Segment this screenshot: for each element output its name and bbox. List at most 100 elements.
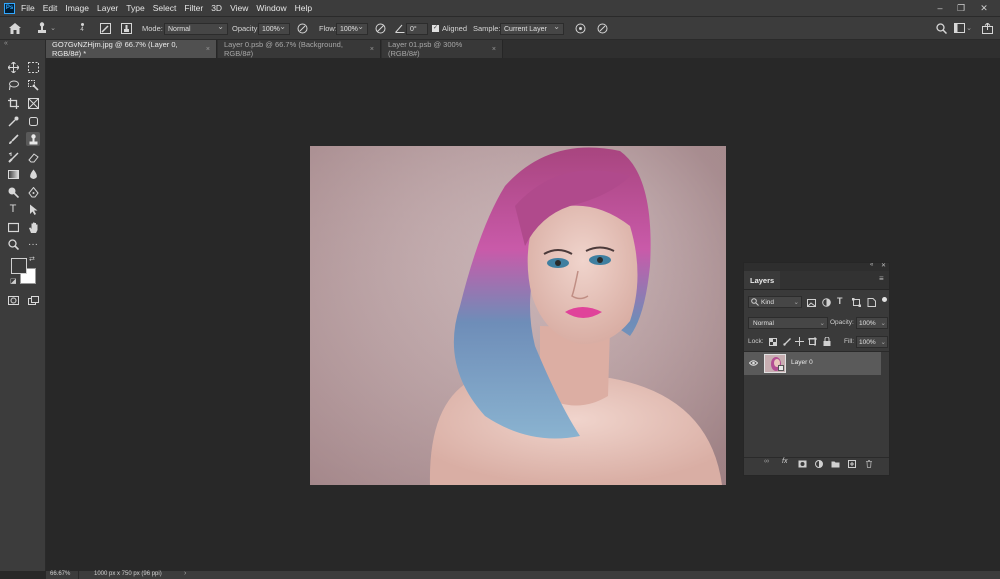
pressure-opacity-icon[interactable] (296, 21, 308, 35)
menu-layer[interactable]: Layer (97, 3, 118, 13)
brush-settings-icon[interactable] (99, 21, 111, 35)
menu-help[interactable]: Help (295, 3, 312, 13)
workspace-icon[interactable]: ⌄ (954, 21, 972, 35)
pixel-filter-icon[interactable] (806, 298, 816, 307)
sample-dropdown[interactable]: Current Layer (500, 22, 564, 35)
menu-view[interactable]: View (230, 3, 248, 13)
pressure-size-icon[interactable] (596, 21, 608, 35)
delete-layer-icon[interactable] (865, 460, 873, 468)
fill-label: Fill: (844, 338, 855, 345)
hand-tool-icon[interactable] (26, 220, 40, 234)
layer-opacity-input[interactable]: 100% ⌄ (856, 317, 888, 329)
3d-material-tool-icon[interactable] (26, 114, 40, 128)
fill-input[interactable]: 100% ⌄ (856, 336, 888, 348)
eraser-tool-icon[interactable] (26, 150, 40, 164)
new-adjustment-icon[interactable] (815, 460, 823, 468)
close-icon[interactable]: × (370, 46, 374, 53)
menu-3d[interactable]: 3D (211, 3, 222, 13)
history-brush-tool-icon[interactable] (6, 150, 20, 164)
new-layer-icon[interactable] (848, 460, 856, 468)
type-filter-icon[interactable]: T (837, 296, 843, 306)
lock-transparent-icon[interactable] (768, 337, 777, 346)
link-layers-icon[interactable]: ∞ (764, 458, 769, 465)
mode-dropdown[interactable]: Normal (164, 22, 228, 35)
marquee-tool-icon[interactable] (26, 60, 40, 74)
lock-all-icon[interactable] (822, 337, 831, 346)
clone-source-icon[interactable] (120, 21, 132, 35)
tab-document-1[interactable]: GO7GvNZHjm.jpg @ 66.7% (Layer 0, RGB/8#)… (46, 40, 217, 58)
blend-mode-dropdown[interactable]: Normal ⌄ (748, 317, 828, 329)
close-icon[interactable]: × (492, 46, 496, 53)
tab-document-2[interactable]: Layer 0.psb @ 66.7% (Background, RGB/8#)… (218, 40, 381, 58)
tab-document-3[interactable]: Layer 01.psb @ 300% (RGB/8#) × (382, 40, 503, 58)
foreground-color-swatch[interactable] (11, 258, 27, 274)
gradient-tool-icon[interactable] (6, 167, 20, 181)
screen-mode-icon[interactable] (26, 293, 40, 307)
shape-filter-icon[interactable] (851, 298, 861, 307)
pen-tool-icon[interactable] (26, 185, 40, 199)
crop-tool-icon[interactable] (6, 96, 20, 110)
menu-file[interactable]: File (21, 3, 35, 13)
panel-menu-icon[interactable]: ≡ (879, 274, 884, 283)
menu-window[interactable]: Window (256, 3, 286, 13)
lasso-tool-icon[interactable] (6, 78, 20, 92)
smart-object-filter-icon[interactable] (866, 298, 876, 307)
layer-row[interactable]: Layer 0 (744, 352, 881, 375)
close-panel-icon[interactable]: ✕ (881, 262, 886, 269)
filter-kind-dropdown[interactable]: Kind ⌄ (748, 296, 802, 308)
minimize-icon[interactable]: – (934, 2, 946, 14)
rectangle-tool-icon[interactable] (6, 220, 20, 234)
type-tool-icon[interactable]: T (6, 202, 20, 216)
move-tool-icon[interactable] (6, 60, 20, 74)
adjustment-filter-icon[interactable] (821, 298, 831, 307)
flow-input[interactable]: 100% (336, 22, 368, 35)
filter-toggle-icon[interactable] (882, 297, 887, 302)
home-icon[interactable] (8, 21, 22, 35)
new-group-icon[interactable] (831, 460, 840, 468)
menu-filter[interactable]: Filter (184, 3, 203, 13)
brush-tool-icon[interactable] (6, 132, 20, 146)
restore-icon[interactable]: ❐ (955, 2, 967, 14)
brush-size-picker[interactable]: 4 (70, 21, 94, 35)
default-colors-icon[interactable]: ◪ (10, 277, 17, 285)
search-icon[interactable] (934, 21, 948, 35)
menu-select[interactable]: Select (153, 3, 177, 13)
options-bar: ⌄ 4 Mode: Normal Opacity: 100% Flow: 100… (0, 16, 1000, 40)
menu-image[interactable]: Image (65, 3, 89, 13)
ignore-adjustment-icon[interactable] (574, 21, 586, 35)
aligned-checkbox[interactable]: ✓ Aligned (432, 21, 467, 35)
frame-tool-icon[interactable] (26, 96, 40, 110)
menu-edit[interactable]: Edit (43, 3, 58, 13)
add-mask-icon[interactable] (798, 460, 807, 468)
collapse-toolbar-icon[interactable]: « (4, 40, 8, 47)
more-tools-icon[interactable]: ··· (26, 237, 40, 251)
lock-position-icon[interactable] (795, 337, 804, 346)
quick-mask-icon[interactable] (6, 293, 20, 307)
clone-stamp-tool-icon[interactable] (26, 132, 40, 146)
fx-icon[interactable]: fx (782, 458, 787, 465)
clone-stamp-preset-icon[interactable]: ⌄ (36, 21, 56, 35)
swap-colors-icon[interactable]: ⇄ (29, 255, 35, 263)
zoom-tool-icon[interactable] (6, 237, 20, 251)
eyedropper-tool-icon[interactable] (6, 114, 20, 128)
status-arrow-icon[interactable]: › (184, 570, 186, 577)
tab-layers[interactable]: Layers (744, 271, 781, 289)
dodge-tool-icon[interactable] (6, 185, 20, 199)
share-icon[interactable] (980, 21, 994, 35)
close-window-icon[interactable]: ✕ (978, 2, 990, 14)
blur-tool-icon[interactable] (26, 167, 40, 181)
opacity-input[interactable]: 100% (258, 22, 290, 35)
close-icon[interactable]: × (206, 46, 210, 53)
angle-input[interactable]: 0° (406, 23, 428, 35)
lock-image-icon[interactable] (782, 337, 791, 346)
quick-selection-tool-icon[interactable] (26, 78, 40, 92)
zoom-level[interactable]: 66.67% (50, 571, 70, 577)
path-selection-tool-icon[interactable] (26, 202, 40, 216)
document-canvas[interactable] (310, 146, 726, 485)
airbrush-icon[interactable] (374, 21, 386, 35)
collapse-panel-icon[interactable]: « (870, 262, 873, 268)
layer-name[interactable]: Layer 0 (791, 359, 813, 366)
visibility-eye-icon[interactable] (749, 360, 758, 366)
menu-type[interactable]: Type (126, 3, 144, 13)
lock-artboard-icon[interactable] (808, 337, 817, 346)
